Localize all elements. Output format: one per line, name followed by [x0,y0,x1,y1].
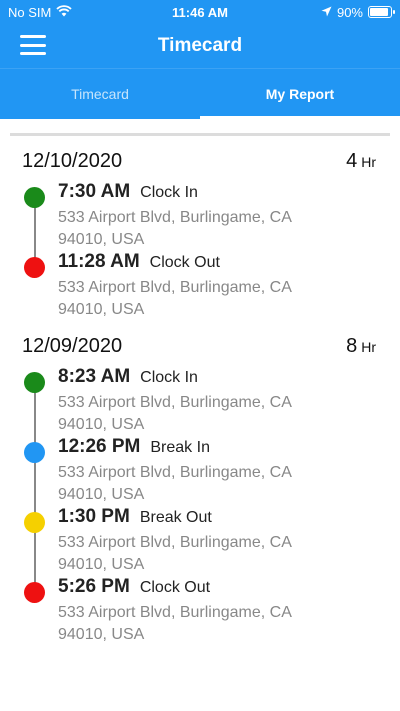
timeline-rail [22,366,58,436]
status-dot-icon [24,257,45,278]
entry-address-line2: 94010, USA [58,556,145,573]
entry-type: Break Out [139,509,212,526]
timeline-rail [22,576,58,646]
day-total-hours: 8 Hr [346,335,378,358]
entry-address: 533 Airport Blvd, Burlingame, CA 94010, … [58,277,378,321]
battery-fill [370,8,388,16]
hamburger-menu-icon[interactable] [20,35,46,55]
entry-type: Clock In [140,369,198,386]
entry-address: 533 Airport Blvd, Burlingame, CA 94010, … [58,207,378,251]
entry-head: 1:30 PM Break Out [58,506,378,528]
entry-body: 11:28 AM Clock Out 533 Airport Blvd, Bur… [58,251,378,321]
status-dot-icon [24,442,45,463]
timeline-entry[interactable]: 8:23 AM Clock In 533 Airport Blvd, Burli… [22,366,378,436]
entry-address-line1: 533 Airport Blvd, Burlingame, CA [58,604,292,621]
day-header: 12/10/2020 4 Hr [22,150,378,173]
entry-type: Break In [150,439,210,456]
entry-address-line1: 533 Airport Blvd, Burlingame, CA [58,279,292,296]
hours-unit: Hr [361,339,376,355]
status-dot-icon [24,512,45,533]
report-content: 12/10/2020 4 Hr 7:30 AM Clock In 533 Air… [0,133,400,646]
day-header: 12/09/2020 8 Hr [22,335,378,358]
entry-address-line1: 533 Airport Blvd, Burlingame, CA [58,209,292,226]
entry-head: 12:26 PM Break In [58,436,378,458]
day-group: 12/09/2020 8 Hr 8:23 AM Clock In 533 Air… [10,321,390,646]
entry-head: 8:23 AM Clock In [58,366,378,388]
entry-address-line2: 94010, USA [58,626,145,643]
status-right: 90% [321,4,395,20]
entry-body: 12:26 PM Break In 533 Airport Blvd, Burl… [58,436,378,506]
timeline-rail [22,506,58,576]
wifi-icon [56,4,72,20]
entry-address-line1: 533 Airport Blvd, Burlingame, CA [58,534,292,551]
entry-head: 7:30 AM Clock In [58,181,378,203]
entry-address-line2: 94010, USA [58,416,145,433]
status-dot-icon [24,187,45,208]
tab-bar: Timecard My Report [0,68,400,119]
entry-time: 5:26 PM [58,576,130,597]
app-screen: No SIM 11:46 AM 90% Timecard Timecard My… [0,0,400,711]
battery-icon [368,6,395,18]
day-total-hours: 4 Hr [346,150,378,173]
timeline-entry[interactable]: 5:26 PM Clock Out 533 Airport Blvd, Burl… [22,576,378,646]
entry-address-line2: 94010, USA [58,301,145,318]
entry-body: 5:26 PM Clock Out 533 Airport Blvd, Burl… [58,576,378,646]
timeline-entry[interactable]: 12:26 PM Break In 533 Airport Blvd, Burl… [22,436,378,506]
entry-address-line1: 533 Airport Blvd, Burlingame, CA [58,464,292,481]
status-left: No SIM [8,5,72,20]
entry-address: 533 Airport Blvd, Burlingame, CA 94010, … [58,392,378,436]
day-group: 12/10/2020 4 Hr 7:30 AM Clock In 533 Air… [10,136,390,321]
timeline-rail [22,436,58,506]
timeline-entry[interactable]: 1:30 PM Break Out 533 Airport Blvd, Burl… [22,506,378,576]
battery-percent: 90% [336,4,363,20]
day-date: 12/10/2020 [22,150,123,172]
entry-body: 1:30 PM Break Out 533 Airport Blvd, Burl… [58,506,378,576]
status-dot-icon [24,372,45,393]
timeline: 8:23 AM Clock In 533 Airport Blvd, Burli… [22,366,378,646]
timeline-entry[interactable]: 11:28 AM Clock Out 533 Airport Blvd, Bur… [22,251,378,321]
nav-title: Timecard [157,35,243,56]
entry-address: 533 Airport Blvd, Burlingame, CA 94010, … [58,532,378,576]
timeline-rail [22,181,58,251]
entry-address: 533 Airport Blvd, Burlingame, CA 94010, … [58,602,378,646]
hours-unit: Hr [361,154,376,170]
hours-value: 4 [346,150,358,172]
entry-time: 8:23 AM [58,366,131,387]
entry-type: Clock In [140,184,198,201]
entry-address-line2: 94010, USA [58,231,145,248]
entry-body: 8:23 AM Clock In 533 Airport Blvd, Burli… [58,366,378,436]
status-bar: No SIM 11:46 AM 90% [0,0,400,24]
entry-type: Clock Out [139,579,211,596]
entry-head: 11:28 AM Clock Out [58,251,378,273]
entry-address-line2: 94010, USA [58,486,145,503]
location-arrow-icon [321,5,332,20]
entry-address: 533 Airport Blvd, Burlingame, CA 94010, … [58,462,378,506]
entry-time: 12:26 PM [58,436,141,457]
day-list: 12/10/2020 4 Hr 7:30 AM Clock In 533 Air… [10,136,390,646]
entry-type: Clock Out [149,254,220,271]
timeline-entry[interactable]: 7:30 AM Clock In 533 Airport Blvd, Burli… [22,181,378,251]
day-date: 12/09/2020 [22,335,123,357]
entry-body: 7:30 AM Clock In 533 Airport Blvd, Burli… [58,181,378,251]
timeline-rail [22,251,58,321]
entry-address-line1: 533 Airport Blvd, Burlingame, CA [58,394,292,411]
status-dot-icon [24,582,45,603]
entry-head: 5:26 PM Clock Out [58,576,378,598]
tab-timecard[interactable]: Timecard [0,69,200,119]
entry-time: 1:30 PM [58,506,130,527]
carrier-label: No SIM [8,4,52,20]
timeline: 7:30 AM Clock In 533 Airport Blvd, Burli… [22,181,378,321]
tab-my-report[interactable]: My Report [200,69,400,119]
hours-value: 8 [346,335,358,357]
entry-time: 11:28 AM [58,251,140,272]
entry-time: 7:30 AM [58,181,131,202]
nav-bar: Timecard [0,24,400,68]
